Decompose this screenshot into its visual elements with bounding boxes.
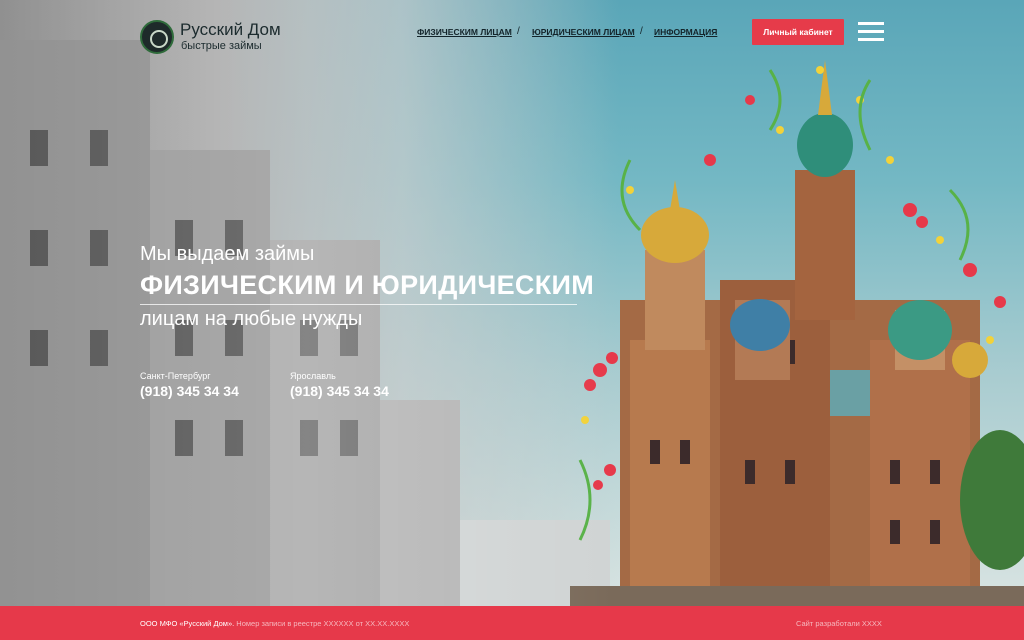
nav-legal-entities[interactable]: ЮРИДИЧЕСКИМ ЛИЦАМ xyxy=(532,27,635,37)
contact-phone-spb[interactable]: (918) 345 34 34 xyxy=(140,383,239,399)
footer-company-info: ООО МФО «Русский Дом». Номер записи в ре… xyxy=(140,619,409,628)
personal-cabinet-button[interactable]: Личный кабинет xyxy=(752,19,844,45)
hero-haze-overlay xyxy=(0,0,1024,606)
logo-icon[interactable] xyxy=(140,20,174,54)
contact-city-spb: Санкт-Петербург xyxy=(140,371,211,381)
hero-background xyxy=(0,0,1024,606)
nav-separator: / xyxy=(517,26,520,37)
hero-underline xyxy=(140,304,577,305)
footer-company: ООО МФО «Русский Дом». xyxy=(140,619,235,628)
hero-line-1: Мы выдаем займы xyxy=(140,243,315,265)
nav-separator: / xyxy=(640,26,643,37)
hamburger-icon[interactable] xyxy=(858,22,884,42)
contact-city-yaroslavl: Ярославль xyxy=(290,371,336,381)
brand-name[interactable]: Русский Дом xyxy=(180,20,281,40)
footer-credit[interactable]: Сайт разработали XXXX xyxy=(796,619,882,628)
hero-line-2: ФИЗИЧЕСКИМ И ЮРИДИЧЕСКИМ xyxy=(140,270,594,300)
hero-line-3: лицам на любые нужды xyxy=(140,308,363,330)
brand-tagline: быстрые займы xyxy=(181,40,262,52)
nav-individuals[interactable]: ФИЗИЧЕСКИМ ЛИЦАМ xyxy=(417,27,512,37)
footer-registry: Номер записи в реестре XXXXXX от XX.XX.X… xyxy=(236,619,410,628)
nav-information[interactable]: ИНФОРМАЦИЯ xyxy=(654,27,717,37)
contact-phone-yaroslavl[interactable]: (918) 345 34 34 xyxy=(290,383,389,399)
